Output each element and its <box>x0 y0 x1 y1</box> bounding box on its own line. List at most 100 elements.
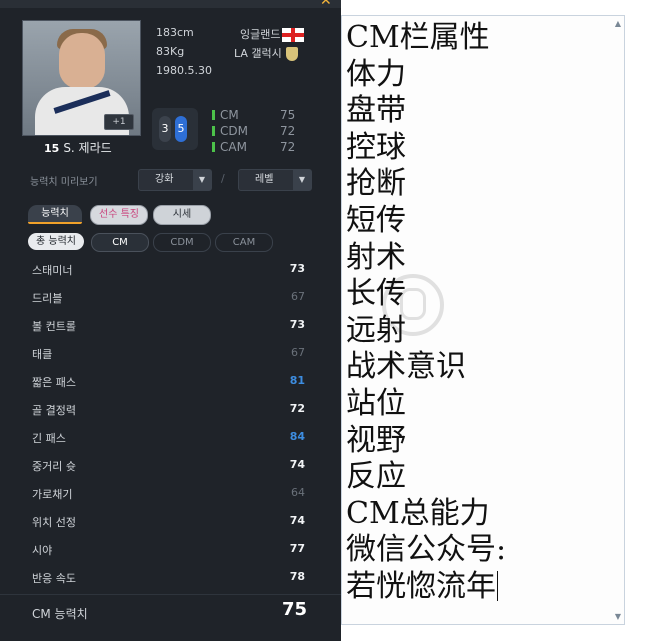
stat-row: 반응 속도 78 <box>0 564 341 592</box>
editor-line-text: 微信公众号: <box>346 532 507 568</box>
editor-line-text: 反应 <box>346 459 406 495</box>
player-birthdate: 1980.5.30 <box>156 64 212 77</box>
total-rating-label: CM 능력치 <box>32 607 88 621</box>
stat-value: 73 <box>289 262 305 275</box>
stat-row: 태클 67 <box>0 340 341 368</box>
level-dropdown[interactable]: 레벨 ▼ <box>238 169 312 191</box>
editor-line-text: 远射 <box>346 312 406 348</box>
player-height: 183cm <box>156 26 194 39</box>
stat-label: 중거리 슛 <box>32 460 76 473</box>
subtab-cm[interactable]: CM <box>91 233 149 252</box>
editor-line-text: 长传 <box>346 276 406 312</box>
subtab-cdm[interactable]: CDM <box>153 233 211 252</box>
stat-label: 드리블 <box>32 292 63 305</box>
nation-label: 잉글랜드 <box>240 28 281 41</box>
stat-label: 태클 <box>32 348 53 361</box>
editor-line-text: 抢断 <box>346 166 406 202</box>
panel-title-bar <box>0 0 341 8</box>
stat-value: 74 <box>289 458 305 471</box>
player-detail-panel: ✕ +1 15 S. 제라드 183cm 83Kg 1980.5.30 잉글랜드 … <box>0 0 341 641</box>
subtab-cam[interactable]: CAM <box>215 233 273 252</box>
editor-line: 控球 <box>346 130 406 166</box>
position-bar <box>212 126 215 136</box>
enhance-badge: +1 <box>104 114 134 130</box>
chevron-down-icon: ▼ <box>193 170 211 190</box>
position-value: 72 <box>280 140 296 154</box>
foot-ability-icon: 3 5 <box>152 108 198 150</box>
stat-value: 72 <box>289 402 305 415</box>
editor-line: 反应 <box>346 459 406 495</box>
stat-label: 볼 컨트롤 <box>32 320 76 333</box>
player-weight: 83Kg <box>156 45 185 58</box>
position-value: 75 <box>280 108 296 122</box>
chevron-down-icon: ▼ <box>293 170 311 190</box>
stat-label: 짧은 패스 <box>32 376 76 389</box>
stat-row: 중거리 슛 74 <box>0 452 341 480</box>
total-rating-row: CM 능력치 75 <box>0 594 341 635</box>
editor-line: 体力 <box>346 57 406 93</box>
editor-line: 远射 <box>346 313 406 349</box>
stat-row: 스태미너 73 <box>0 256 341 284</box>
stat-value: 67 <box>291 290 305 303</box>
stat-label: 긴 패스 <box>32 432 66 445</box>
position-row-cm: CM <box>212 108 239 122</box>
position-row-cdm: CDM <box>212 124 248 138</box>
tab-stats[interactable]: 능력치 <box>28 205 82 224</box>
stat-row: 가로채기 64 <box>0 480 341 508</box>
editor-line: 盘带 <box>346 93 406 129</box>
subtab-total-stats[interactable]: 총 능력치 <box>28 233 84 250</box>
editor-line-text: 视野 <box>346 422 406 458</box>
club-label: LA 갤럭시 <box>234 47 282 60</box>
stat-label: 위치 선정 <box>32 516 76 529</box>
editor-line-text: CM总能力 <box>346 495 490 531</box>
england-flag-icon <box>282 28 305 42</box>
stat-label: 골 결정력 <box>32 404 76 417</box>
editor-line-text: 射术 <box>346 239 406 275</box>
weak-foot-value: 3 <box>159 116 171 142</box>
stat-preview-label: 능력치 미리보기 <box>30 177 98 188</box>
editor-line: 抢断 <box>346 166 406 202</box>
player-number: 15 <box>44 142 60 155</box>
close-icon[interactable]: ✕ <box>320 0 332 9</box>
stat-value: 64 <box>291 486 305 499</box>
stat-label: 스태미너 <box>32 264 73 277</box>
stat-label: 반응 속도 <box>32 572 76 585</box>
player-name-row: 15 S. 제라드 <box>44 139 112 156</box>
strong-foot-value: 5 <box>175 116 187 142</box>
scroll-down-icon[interactable]: ▼ <box>615 612 621 621</box>
tab-price[interactable]: 시세 <box>153 205 211 225</box>
editor-line-text: 短传 <box>346 203 406 238</box>
stat-row: 골 결정력 72 <box>0 396 341 424</box>
stat-value: 84 <box>289 430 305 443</box>
position-label: CM <box>220 108 239 122</box>
editor-line-text: CM栏属性 <box>346 20 490 55</box>
position-label: CDM <box>220 124 248 138</box>
text-caret <box>497 571 498 601</box>
text-editor[interactable]: ▲ CM栏属性 体力 盘带 控球 抢断 短传 射术 长传 远射 战术意识 站位 视野 反应 CM总能力 微信… <box>341 15 625 625</box>
player-nation: 잉글랜드 <box>240 26 305 42</box>
editor-line: 战术意识 <box>346 349 466 385</box>
editor-line: 视野 <box>346 423 406 459</box>
position-value: 72 <box>280 124 296 138</box>
editor-line: 射术 <box>346 240 406 276</box>
editor-line: 长传 <box>346 276 406 312</box>
stat-row: 시야 77 <box>0 536 341 564</box>
position-bar <box>212 142 215 152</box>
editor-line: 站位 <box>346 386 406 422</box>
scroll-up-icon[interactable]: ▲ <box>615 19 621 28</box>
editor-line-text: 体力 <box>346 56 406 92</box>
editor-line: 微信公众号: <box>346 532 506 568</box>
editor-line-text: 战术意识 <box>346 349 466 385</box>
enhance-dropdown[interactable]: 강화 ▼ <box>138 169 212 191</box>
stat-row: 드리블 67 <box>0 284 341 312</box>
editor-line: CM栏属性 <box>346 20 490 56</box>
dropdown-separator: / <box>221 172 225 185</box>
stat-value: 81 <box>289 374 305 387</box>
stat-value: 74 <box>289 514 305 527</box>
editor-line-text: 站位 <box>346 386 406 421</box>
stat-row: 볼 컨트롤 73 <box>0 312 341 340</box>
tab-player-traits[interactable]: 선수 특징 <box>90 205 148 225</box>
stat-value: 67 <box>291 346 305 359</box>
position-bar <box>212 110 215 120</box>
editor-line-text: 控球 <box>346 129 406 165</box>
